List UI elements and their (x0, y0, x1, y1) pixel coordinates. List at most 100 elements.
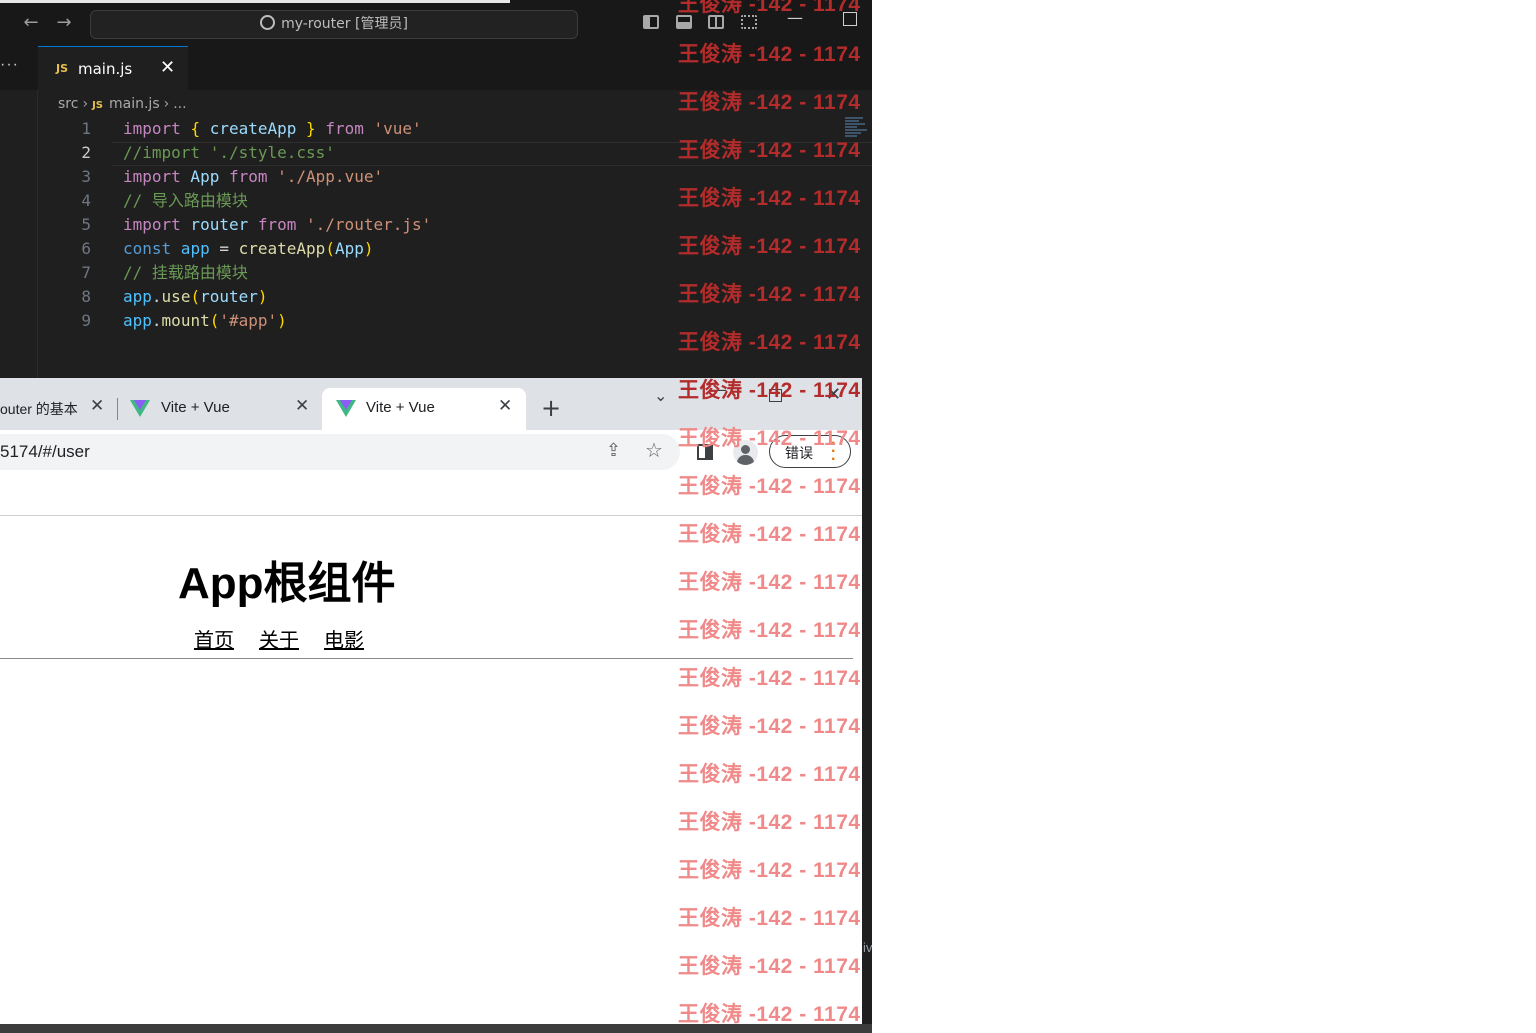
code-token: import (123, 167, 181, 186)
code-token: mount (161, 311, 210, 330)
watermark-text: 王俊涛 -142 - 1174 (678, 379, 861, 402)
close-icon[interactable]: ✕ (498, 396, 512, 416)
breadcrumb-folder[interactable]: src (58, 96, 78, 112)
watermark-text: 王俊涛 -142 - 1174 (678, 571, 861, 594)
code-token: router (180, 215, 258, 234)
top-strip (0, 0, 510, 3)
toggle-primary-sidebar-icon[interactable] (643, 15, 659, 29)
code-token: ) (277, 311, 287, 330)
watermark-text: 王俊涛 -142 - 1174 (678, 763, 861, 786)
code-token: 'vue' (373, 119, 422, 138)
watermark-text: 王俊涛 -142 - 1174 (678, 859, 861, 882)
tab-label: main.js (78, 60, 133, 78)
code-token: '#app' (219, 311, 278, 330)
watermark-text: 王俊涛 -142 - 1174 (678, 667, 861, 690)
breadcrumb-file[interactable]: main.js (109, 96, 160, 112)
line-text: app.mount('#app') (123, 309, 287, 333)
line-text: app.use(router) (123, 285, 268, 309)
code-token: ( (325, 239, 335, 258)
line-number: 8 (81, 287, 91, 306)
watermark-text: 王俊涛 -142 - 1174 (678, 235, 861, 258)
line-text: const app = createApp(App) (123, 237, 374, 261)
back-arrow-icon[interactable]: ← (20, 12, 42, 34)
code-token: './router.js' (296, 215, 432, 234)
breadcrumb: src › JS main.js ›... (58, 96, 187, 112)
page-heading: App根组件 (178, 559, 396, 608)
line-number: 5 (81, 215, 91, 234)
code-token: router (200, 287, 258, 306)
command-center[interactable]: my-router [管理员] (90, 10, 578, 39)
tab-search-icon[interactable]: ⌄ (654, 386, 667, 405)
address-bar[interactable]: 5174/#/user ⇪ ☆ (0, 434, 680, 470)
nav-link-home[interactable]: 首页 (194, 624, 234, 653)
close-icon[interactable]: ✕ (295, 396, 309, 416)
watermark-text: 王俊涛 -142 - 1174 (678, 91, 861, 114)
code-token: ) (257, 287, 268, 306)
line-number: 2 (81, 143, 91, 162)
background-window-edge (862, 378, 872, 1024)
forward-arrow-icon[interactable]: → (53, 12, 75, 34)
watermark-text: 王俊涛 -142 - 1174 (678, 283, 861, 306)
code-token: App (180, 167, 229, 186)
new-tab-button[interactable]: + (541, 394, 561, 422)
line-text: import router from './router.js' (123, 213, 431, 237)
code-token: app (171, 239, 220, 258)
code-token: } (306, 119, 316, 138)
tab-title: Vite + Vue (366, 399, 435, 416)
watermark-text: 王俊涛 -142 - 1174 (678, 43, 861, 66)
breadcrumb-more[interactable]: ... (173, 96, 186, 112)
watermark-text: 王俊涛 -142 - 1174 (678, 187, 861, 210)
browser-tab-vite-vue[interactable]: Vite + Vue ✕ (120, 388, 318, 430)
code-token: . (151, 311, 162, 330)
line-number: 7 (81, 263, 91, 282)
code-token: ( (209, 311, 220, 330)
watermark-text: 王俊涛 -142 - 1174 (678, 0, 861, 16)
close-icon[interactable]: ✕ (90, 396, 104, 416)
code-token: = (219, 239, 239, 258)
code-token: './App.vue' (267, 167, 384, 186)
tab-separator (117, 398, 118, 420)
browser-tab-vite-vue-active[interactable]: Vite + Vue ✕ (322, 388, 526, 430)
bookmark-star-icon[interactable]: ☆ (645, 438, 663, 462)
line-text: import App from './App.vue' (123, 165, 383, 189)
watermark-text: 王俊涛 -142 - 1174 (678, 811, 861, 834)
browser-tab-router-docs[interactable]: outer 的基本 ✕ (0, 388, 115, 430)
line-number: 9 (81, 311, 91, 330)
line-text: //import './style.css' (123, 141, 335, 165)
code-token: import (123, 119, 181, 138)
share-icon[interactable]: ⇪ (606, 440, 621, 461)
nav-link-about[interactable]: 关于 (259, 624, 299, 653)
tab-title: outer 的基本 (0, 401, 78, 417)
line-number: 1 (81, 119, 91, 138)
code-token: const (123, 239, 172, 258)
code-token: // 导入路由模块 (123, 191, 248, 210)
more-actions-icon[interactable]: ··· (0, 56, 19, 74)
watermark-text: 王俊涛 -142 - 1174 (678, 715, 861, 738)
code-token: ( (190, 287, 201, 306)
code-token: app (123, 311, 152, 330)
code-token: app (123, 287, 152, 306)
watermark-text: 王俊涛 -142 - 1174 (678, 955, 861, 978)
code-token: from (228, 167, 268, 186)
code-token: from (315, 119, 374, 138)
watermark-text: 王俊涛 -142 - 1174 (678, 1003, 861, 1026)
code-token: //import './style.css' (123, 143, 335, 162)
watermark-text: 王俊涛 -142 - 1174 (678, 907, 861, 930)
code-token: App (334, 239, 364, 258)
divider (0, 658, 853, 659)
code-token: // 挂载路由模块 (123, 263, 248, 282)
code-token: from (257, 215, 297, 234)
vue-logo-icon (336, 400, 356, 417)
code-token: createApp (200, 119, 307, 138)
watermark-text: 王俊涛 -142 - 1174 (678, 139, 861, 162)
nav-link-movie[interactable]: 电影 (324, 624, 364, 653)
watermark-text: 王俊涛 -142 - 1174 (678, 619, 861, 642)
chevron-right-icon: › (82, 96, 89, 112)
code-token: ) (363, 239, 374, 258)
watermark-text: 王俊涛 -142 - 1174 (678, 475, 861, 498)
tab-main-js[interactable]: JS main.js ✕ (38, 46, 188, 90)
close-icon[interactable]: ✕ (160, 57, 175, 78)
watermark-text: 王俊涛 -142 - 1174 (678, 427, 861, 450)
url-text[interactable]: 5174/#/user (0, 442, 90, 462)
